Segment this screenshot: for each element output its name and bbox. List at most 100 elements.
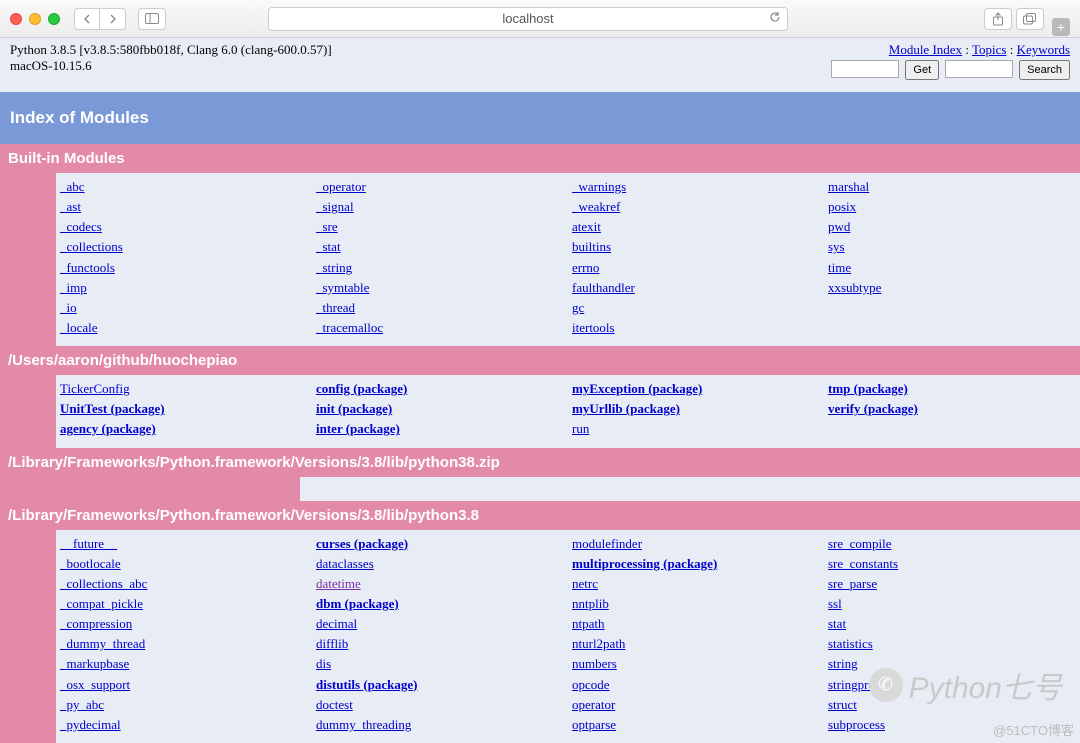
module-link[interactable]: struct (828, 695, 1076, 715)
module-link[interactable]: atexit (572, 217, 820, 237)
module-link[interactable]: faulthandler (572, 278, 820, 298)
module-link[interactable]: _pydecimal (60, 715, 308, 735)
forward-button[interactable] (100, 8, 126, 30)
module-link[interactable]: _thread (316, 298, 564, 318)
module-link[interactable]: builtins (572, 237, 820, 257)
module-link[interactable]: opcode (572, 675, 820, 695)
module-link[interactable]: nntplib (572, 594, 820, 614)
module-index-link[interactable]: Module Index (889, 42, 962, 57)
module-link[interactable]: sre_parse (828, 574, 1076, 594)
module-link[interactable]: _collections_abc (60, 574, 308, 594)
module-link[interactable]: myUrllib (package) (572, 399, 820, 419)
module-link[interactable]: _functools (60, 258, 308, 278)
module-link[interactable]: decimal (316, 614, 564, 634)
module-link[interactable]: sre_constants (828, 554, 1076, 574)
module-link[interactable]: _stat (316, 237, 564, 257)
search-input[interactable] (945, 60, 1013, 78)
module-link[interactable]: curses (package) (316, 534, 564, 554)
module-link[interactable]: stat (828, 614, 1076, 634)
module-link[interactable]: gc (572, 298, 820, 318)
module-link[interactable]: inter (package) (316, 419, 564, 439)
module-link[interactable]: errno (572, 258, 820, 278)
module-link[interactable]: _compression (60, 614, 308, 634)
module-link[interactable]: _imp (60, 278, 308, 298)
module-link[interactable]: statistics (828, 634, 1076, 654)
module-link[interactable]: _warnings (572, 177, 820, 197)
module-link[interactable]: ssl (828, 594, 1076, 614)
address-bar[interactable]: localhost (268, 7, 788, 31)
sidebar-toggle-button[interactable] (138, 8, 166, 30)
module-link[interactable]: optparse (572, 715, 820, 735)
python-version: Python 3.8.5 [v3.8.5:580fbb018f, Clang 6… (10, 42, 332, 58)
module-link[interactable]: TickerConfig (60, 379, 308, 399)
module-link[interactable]: _signal (316, 197, 564, 217)
module-link[interactable]: numbers (572, 654, 820, 674)
tabs-button[interactable] (1016, 8, 1044, 30)
module-link[interactable]: _symtable (316, 278, 564, 298)
module-link[interactable]: marshal (828, 177, 1076, 197)
module-link[interactable]: UnitTest (package) (60, 399, 308, 419)
module-link[interactable]: _weakref (572, 197, 820, 217)
module-link[interactable]: _abc (60, 177, 308, 197)
module-link[interactable]: _string (316, 258, 564, 278)
module-link[interactable]: run (572, 419, 820, 439)
module-link[interactable]: verify (package) (828, 399, 1076, 419)
module-link[interactable]: netrc (572, 574, 820, 594)
topics-link[interactable]: Topics (972, 42, 1006, 57)
module-link[interactable]: string (828, 654, 1076, 674)
module-link[interactable]: _collections (60, 237, 308, 257)
module-link[interactable]: config (package) (316, 379, 564, 399)
module-link[interactable]: time (828, 258, 1076, 278)
module-link[interactable]: _io (60, 298, 308, 318)
module-link[interactable]: modulefinder (572, 534, 820, 554)
minimize-icon[interactable] (29, 13, 41, 25)
module-link[interactable]: _locale (60, 318, 308, 338)
back-button[interactable] (74, 8, 100, 30)
search-button[interactable]: Search (1019, 60, 1070, 80)
module-link[interactable]: dis (316, 654, 564, 674)
module-link[interactable]: _tracemalloc (316, 318, 564, 338)
module-link[interactable]: _operator (316, 177, 564, 197)
module-link[interactable]: _compat_pickle (60, 594, 308, 614)
module-link[interactable]: _markupbase (60, 654, 308, 674)
keywords-link[interactable]: Keywords (1017, 42, 1070, 57)
maximize-icon[interactable] (48, 13, 60, 25)
get-input[interactable] (831, 60, 899, 78)
module-link[interactable]: nturl2path (572, 634, 820, 654)
module-link[interactable]: doctest (316, 695, 564, 715)
close-icon[interactable] (10, 13, 22, 25)
reload-icon[interactable] (769, 11, 781, 26)
module-link[interactable]: _bootlocale (60, 554, 308, 574)
module-link[interactable]: _codecs (60, 217, 308, 237)
module-link[interactable]: agency (package) (60, 419, 308, 439)
module-link[interactable]: dataclasses (316, 554, 564, 574)
new-tab-button[interactable]: + (1052, 18, 1070, 36)
module-link[interactable]: _dummy_thread (60, 634, 308, 654)
section-gutter (0, 530, 56, 743)
module-link[interactable]: stringprep (828, 675, 1076, 695)
module-link[interactable]: _osx_support (60, 675, 308, 695)
module-link[interactable]: difflib (316, 634, 564, 654)
module-link[interactable]: dummy_threading (316, 715, 564, 735)
module-link[interactable]: sre_compile (828, 534, 1076, 554)
get-button[interactable]: Get (905, 60, 939, 80)
module-link[interactable]: multiprocessing (package) (572, 554, 820, 574)
module-link[interactable]: __future__ (60, 534, 308, 554)
module-link[interactable]: tmp (package) (828, 379, 1076, 399)
module-link[interactable]: dbm (package) (316, 594, 564, 614)
module-link[interactable]: sys (828, 237, 1076, 257)
module-link[interactable]: _py_abc (60, 695, 308, 715)
module-link[interactable]: distutils (package) (316, 675, 564, 695)
module-link[interactable]: _ast (60, 197, 308, 217)
module-link[interactable]: init (package) (316, 399, 564, 419)
module-link[interactable]: ntpath (572, 614, 820, 634)
module-link[interactable]: posix (828, 197, 1076, 217)
module-link[interactable]: myException (package) (572, 379, 820, 399)
module-link[interactable]: _sre (316, 217, 564, 237)
share-button[interactable] (984, 8, 1012, 30)
module-link[interactable]: operator (572, 695, 820, 715)
module-link[interactable]: datetime (316, 574, 564, 594)
module-link[interactable]: itertools (572, 318, 820, 338)
module-link[interactable]: xxsubtype (828, 278, 1076, 298)
module-link[interactable]: pwd (828, 217, 1076, 237)
